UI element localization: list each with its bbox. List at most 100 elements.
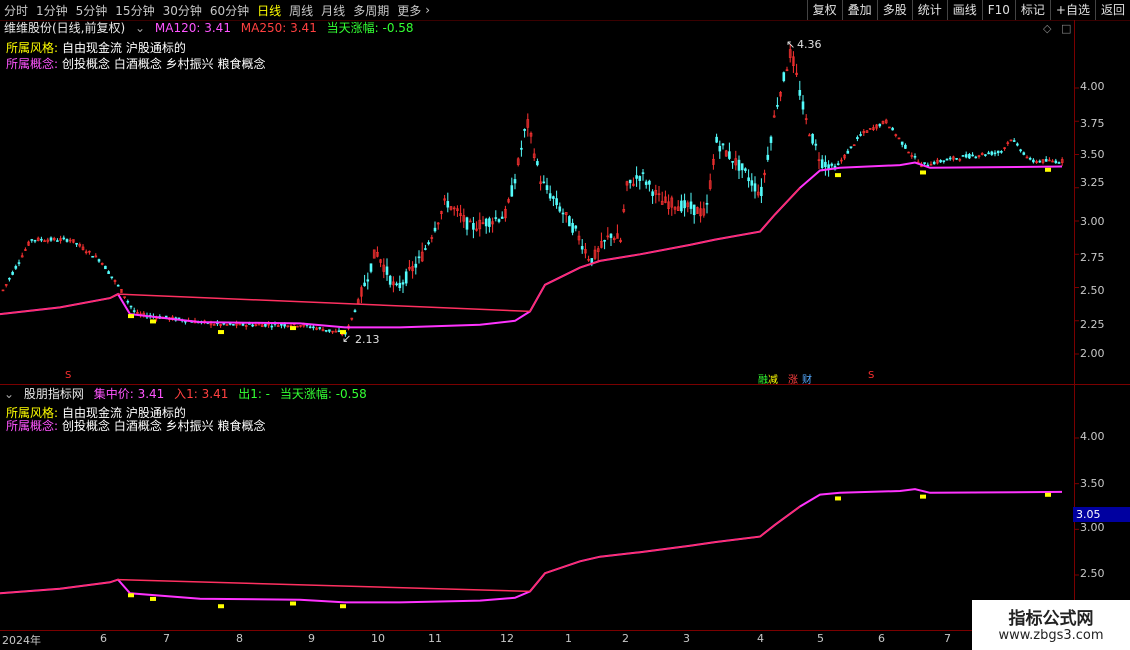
candle-body — [1035, 161, 1038, 163]
toolbar-button[interactable]: +自选 — [1049, 0, 1095, 20]
candle-body — [88, 250, 91, 253]
timeframe-tab[interactable]: 更多 — [393, 2, 425, 19]
timeframe-tab[interactable]: 30分钟 — [159, 2, 206, 19]
candle-body — [289, 325, 293, 328]
timeframe-tab[interactable]: 月线 — [317, 2, 349, 19]
candle-body — [404, 271, 408, 284]
timeframe-tab[interactable]: 60分钟 — [206, 2, 253, 19]
indicator-name: 股朋指标网 — [23, 387, 84, 401]
candle-body — [328, 329, 331, 332]
toolbar-button[interactable]: 标记 — [1014, 0, 1050, 20]
candle-body — [702, 208, 706, 216]
badge-reduce[interactable]: 减 — [767, 371, 779, 386]
diamond-icon[interactable]: ◇ — [1043, 22, 1051, 35]
entry-label: 入1: 3.41 — [174, 387, 229, 401]
timeframe-tab[interactable]: 日线 — [253, 2, 285, 19]
lower-axis-tick: 2.50 — [1080, 567, 1105, 580]
candle-body — [740, 163, 744, 171]
axis-tick-group — [1074, 87, 1079, 576]
sell-signal-icon: S — [868, 370, 875, 381]
candle-body — [942, 160, 946, 162]
ma-line-upper — [0, 161, 1063, 329]
candle-body — [782, 72, 786, 82]
candle-body — [670, 197, 674, 208]
candle-body — [398, 282, 402, 289]
candle-body — [244, 325, 248, 327]
candle-body — [507, 199, 510, 203]
candle-body — [945, 158, 949, 161]
candle-body — [388, 275, 392, 285]
candle-body — [504, 208, 507, 219]
candle-body — [401, 282, 405, 285]
candle-body — [164, 315, 168, 319]
candle-body — [766, 154, 770, 160]
candle-body — [939, 160, 942, 163]
candle-body — [299, 325, 302, 327]
toolbar-button[interactable]: F10 — [981, 0, 1015, 20]
ma250-label: MA250: 3.41 — [240, 21, 317, 35]
time-axis-label: 9 — [308, 632, 315, 645]
candle-body — [219, 324, 222, 326]
timeframe-tab[interactable]: 周线 — [285, 2, 317, 19]
candle-body — [296, 325, 299, 328]
timeframe-tab[interactable]: 5分钟 — [72, 2, 112, 19]
candle-body — [737, 159, 741, 171]
candle-body — [280, 323, 283, 326]
timeframe-tab[interactable]: 1分钟 — [32, 2, 72, 19]
candle-body — [200, 321, 203, 323]
toolbar-button[interactable]: 多股 — [876, 0, 912, 20]
menu-chevron-icon[interactable]: ⌄ — [4, 387, 14, 401]
badge-finance[interactable]: 财 — [801, 371, 813, 386]
candle-body — [312, 326, 315, 329]
candle-body — [497, 219, 501, 222]
candle-body — [590, 258, 594, 265]
candle-body — [900, 141, 904, 145]
candle-body — [612, 237, 616, 241]
candle-body — [836, 163, 840, 165]
toolbar-button[interactable]: 复权 — [806, 0, 842, 20]
toolbar-button[interactable]: 画线 — [946, 0, 982, 20]
candle-body — [843, 154, 846, 159]
upper-axis-tick: 2.75 — [1080, 251, 1105, 264]
candle-body — [814, 143, 818, 146]
candle-body — [657, 193, 661, 196]
upper-concept-row: 所属概念: 创投概念 白酒概念 乡村振兴 粮食概念 — [6, 56, 266, 72]
candle-body — [801, 101, 805, 110]
badge-limit[interactable]: 涨 — [787, 371, 799, 386]
watermark: 指标公式网 www.zbgs3.com — [972, 600, 1130, 650]
candle-body — [564, 212, 568, 215]
candle-body — [513, 179, 517, 184]
candle-body — [305, 324, 309, 326]
candle-body — [811, 133, 814, 144]
candle-body — [270, 325, 274, 328]
upper-axis-tick: 2.00 — [1080, 347, 1105, 360]
more-chevron-icon[interactable]: › — [425, 3, 430, 17]
window-icon[interactable]: □ — [1061, 22, 1071, 35]
candle-body — [91, 255, 94, 258]
toolbar-button[interactable]: 统计 — [911, 0, 947, 20]
timeframe-tab[interactable]: 15分钟 — [111, 2, 158, 19]
style-label: 所属风格: — [6, 41, 59, 55]
candle-body — [302, 323, 306, 327]
candle-body — [436, 222, 440, 225]
timeframe-tab[interactable]: 分时 — [0, 2, 32, 19]
yellow-dip-mark — [150, 596, 156, 601]
yellow-dip-mark — [128, 314, 134, 319]
candle-body — [209, 322, 213, 326]
candle-body — [1060, 159, 1064, 163]
menu-chevron-icon[interactable]: ⌄ — [135, 21, 145, 35]
toolbar-button[interactable]: 叠加 — [841, 0, 877, 20]
exit-label: 出1: - — [238, 387, 271, 401]
candle-body — [113, 280, 117, 282]
toolbar-button[interactable]: 返回 — [1094, 0, 1130, 20]
concept-label: 所属概念: — [6, 57, 59, 71]
candle-body — [376, 251, 379, 257]
yellow-dip-mark — [920, 170, 926, 175]
candle-body — [62, 237, 66, 240]
candle-body — [481, 222, 485, 224]
candle-body — [43, 240, 46, 243]
candle-body — [568, 216, 571, 227]
candle-body — [94, 255, 98, 258]
candle-body — [324, 330, 328, 332]
timeframe-tab[interactable]: 多周期 — [349, 2, 393, 19]
